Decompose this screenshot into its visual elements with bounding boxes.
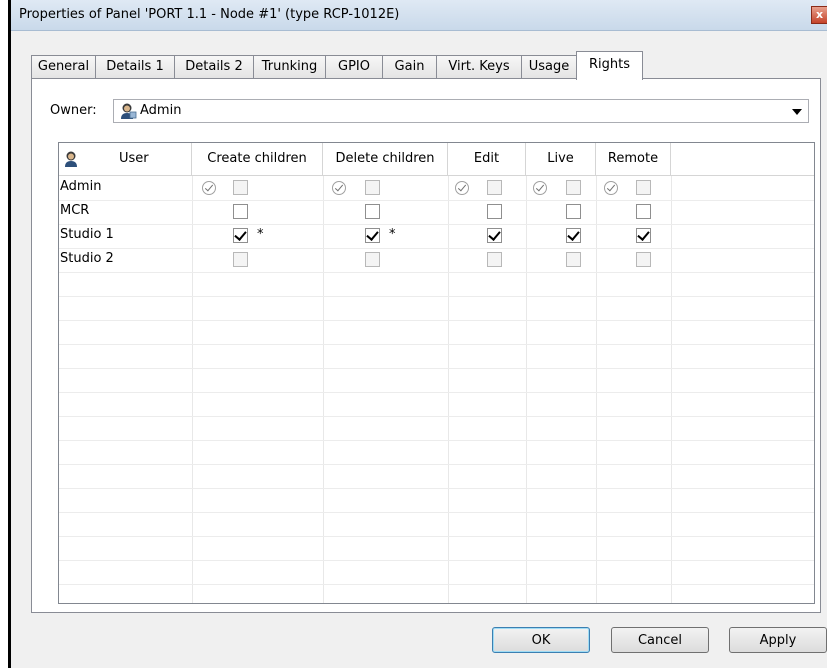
permission-checkbox[interactable] [365,228,380,243]
tab-gain[interactable]: Gain [382,55,437,79]
close-icon: x [815,8,824,21]
permission-checkbox[interactable] [487,180,502,195]
row-user-name: Studio 2 [60,251,114,266]
grid-row-divider [59,320,814,321]
table-row[interactable]: Studio 2 [59,249,814,272]
permission-checkbox[interactable] [365,204,380,219]
inherited-check-icon [455,181,469,195]
grid-row-divider [59,272,814,273]
grid-row-divider [59,368,814,369]
tab-gpio[interactable]: GPIO [325,55,383,79]
column-edit[interactable]: Edit [448,143,526,176]
permission-checkbox[interactable] [365,252,380,267]
tab-details-2[interactable]: Details 2 [174,55,254,79]
grid-row-divider [59,584,814,585]
inherited-check-icon [202,181,216,195]
permission-checkbox[interactable] [636,204,651,219]
permission-checkbox[interactable] [566,252,581,267]
permission-checkbox[interactable] [636,228,651,243]
grid-row-divider [59,392,814,393]
modified-marker: * [389,227,396,242]
column-remote[interactable]: Remote [596,143,671,176]
tab-virt-keys[interactable]: Virt. Keys [436,55,522,79]
close-button[interactable]: x [811,6,827,24]
tab-general[interactable]: General [31,55,96,79]
rights-panel: Owner: Admin User Create children Delete… [31,78,821,613]
user-icon [121,103,137,119]
table-row[interactable]: MCR [59,201,814,224]
table-row[interactable]: Studio 1 * * [59,225,814,248]
tab-details-1[interactable]: Details 1 [95,55,175,79]
tab-rights[interactable]: Rights [576,51,643,80]
permission-checkbox[interactable] [636,252,651,267]
tab-usage[interactable]: Usage [521,55,577,79]
column-delete-children[interactable]: Delete children [323,143,448,176]
user-icon [65,151,77,167]
permission-checkbox[interactable] [636,180,651,195]
row-user-name: MCR [60,203,90,218]
grid-row-divider [59,440,814,441]
row-user-name: Studio 1 [60,227,114,242]
table-row[interactable]: Admin [59,177,814,200]
grid-row-divider [59,512,814,513]
permission-checkbox[interactable] [566,180,581,195]
row-user-name: Admin [60,179,102,194]
permission-checkbox[interactable] [566,204,581,219]
grid-row-divider [59,416,814,417]
ok-button[interactable]: OK [492,627,590,653]
window-title: Properties of Panel 'PORT 1.1 - Node #1'… [19,7,400,22]
permission-checkbox[interactable] [233,204,248,219]
permission-checkbox[interactable] [233,180,248,195]
grid-header: User Create children Delete children Edi… [59,143,814,176]
grid-row-divider [59,344,814,345]
permission-checkbox[interactable] [566,228,581,243]
column-live[interactable]: Live [526,143,596,176]
apply-button[interactable]: Apply [729,627,827,653]
inherited-check-icon [533,181,547,195]
rights-grid: User Create children Delete children Edi… [58,142,815,604]
permission-checkbox[interactable] [233,228,248,243]
grid-row-divider [59,296,814,297]
tab-trunking[interactable]: Trunking [253,55,326,79]
grid-row-divider [59,488,814,489]
owner-dropdown[interactable]: Admin [113,99,809,123]
cancel-button[interactable]: Cancel [611,627,709,653]
permission-checkbox[interactable] [487,252,502,267]
permission-checkbox[interactable] [487,204,502,219]
dropdown-arrow-icon[interactable] [792,109,802,115]
permission-checkbox[interactable] [365,180,380,195]
inherited-check-icon [332,181,346,195]
properties-dialog: Properties of Panel 'PORT 1.1 - Node #1'… [8,0,827,668]
permission-checkbox[interactable] [233,252,248,267]
permission-checkbox[interactable] [487,228,502,243]
owner-label: Owner: [50,103,97,118]
tab-strip: General Details 1 Details 2 Trunking GPI… [31,51,821,80]
owner-value: Admin [140,103,182,118]
column-create-children[interactable]: Create children [192,143,323,176]
column-user-label: User [119,151,149,166]
title-bar[interactable]: Properties of Panel 'PORT 1.1 - Node #1'… [11,0,827,31]
modified-marker: * [257,227,264,242]
column-user[interactable]: User [59,143,192,176]
grid-row-divider [59,464,814,465]
grid-row-divider [59,536,814,537]
grid-row-divider [59,560,814,561]
inherited-check-icon [604,181,618,195]
